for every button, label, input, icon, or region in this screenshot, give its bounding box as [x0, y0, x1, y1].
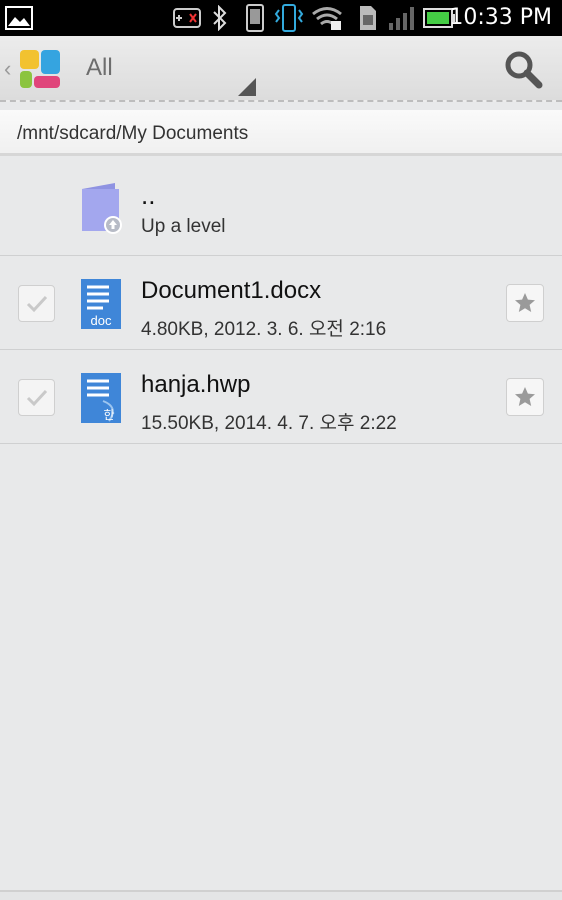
bluetooth-icon — [208, 0, 232, 36]
select-checkbox[interactable] — [18, 285, 55, 322]
game-controller-icon — [172, 0, 202, 36]
dropdown-indicator-icon[interactable] — [238, 78, 256, 96]
sim-icon — [356, 0, 380, 36]
current-path[interactable]: /mnt/sdcard/My Documents — [17, 123, 248, 145]
file-meta: 4.80KB, 2012. 3. 6. 오전 2:16 — [141, 319, 387, 340]
phone-icon — [242, 0, 268, 36]
app-logo[interactable] — [18, 48, 62, 90]
hwp-file-icon: 한 — [79, 371, 123, 425]
folder-up-icon — [79, 181, 123, 235]
list-item-up-level[interactable]: .. Up a level — [0, 160, 562, 256]
search-button[interactable] — [498, 48, 548, 94]
file-list: .. Up a level doc Document1.docx 4.80KB,… — [0, 160, 562, 444]
star-icon — [515, 387, 535, 406]
select-checkbox[interactable] — [18, 379, 55, 416]
svg-text:한: 한 — [103, 408, 114, 422]
favorite-button[interactable] — [506, 378, 544, 416]
docx-file-icon: doc — [79, 277, 123, 331]
gallery-icon — [4, 0, 34, 36]
clock: 10:33 PM — [449, 5, 552, 30]
signal-icon — [386, 0, 416, 36]
checkmark-icon — [26, 389, 47, 406]
bottom-divider — [0, 890, 562, 900]
file-name: Document1.docx — [141, 277, 322, 304]
status-bar: 10:33 PM — [0, 0, 562, 36]
list-item[interactable]: 한 hanja.hwp 15.50KB, 2014. 4. 7. 오후 2:22 — [0, 350, 562, 444]
search-icon — [503, 49, 543, 94]
action-bar: ‹ All — [0, 36, 562, 102]
svg-text:doc: doc — [91, 313, 112, 328]
breadcrumb: /mnt/sdcard/My Documents — [0, 110, 562, 156]
file-meta: Up a level — [141, 216, 226, 237]
file-name: hanja.hwp — [141, 371, 251, 398]
file-meta: 15.50KB, 2014. 4. 7. 오후 2:22 — [141, 413, 397, 434]
checkmark-icon — [26, 295, 47, 312]
favorite-button[interactable] — [506, 284, 544, 322]
category-title[interactable]: All — [86, 54, 113, 82]
star-icon — [515, 293, 535, 312]
file-name: .. — [141, 180, 156, 210]
vibrate-icon — [272, 0, 306, 36]
wifi-icon — [310, 0, 344, 36]
list-item[interactable]: doc Document1.docx 4.80KB, 2012. 3. 6. 오… — [0, 256, 562, 350]
back-chevron-icon[interactable]: ‹ — [4, 56, 11, 82]
